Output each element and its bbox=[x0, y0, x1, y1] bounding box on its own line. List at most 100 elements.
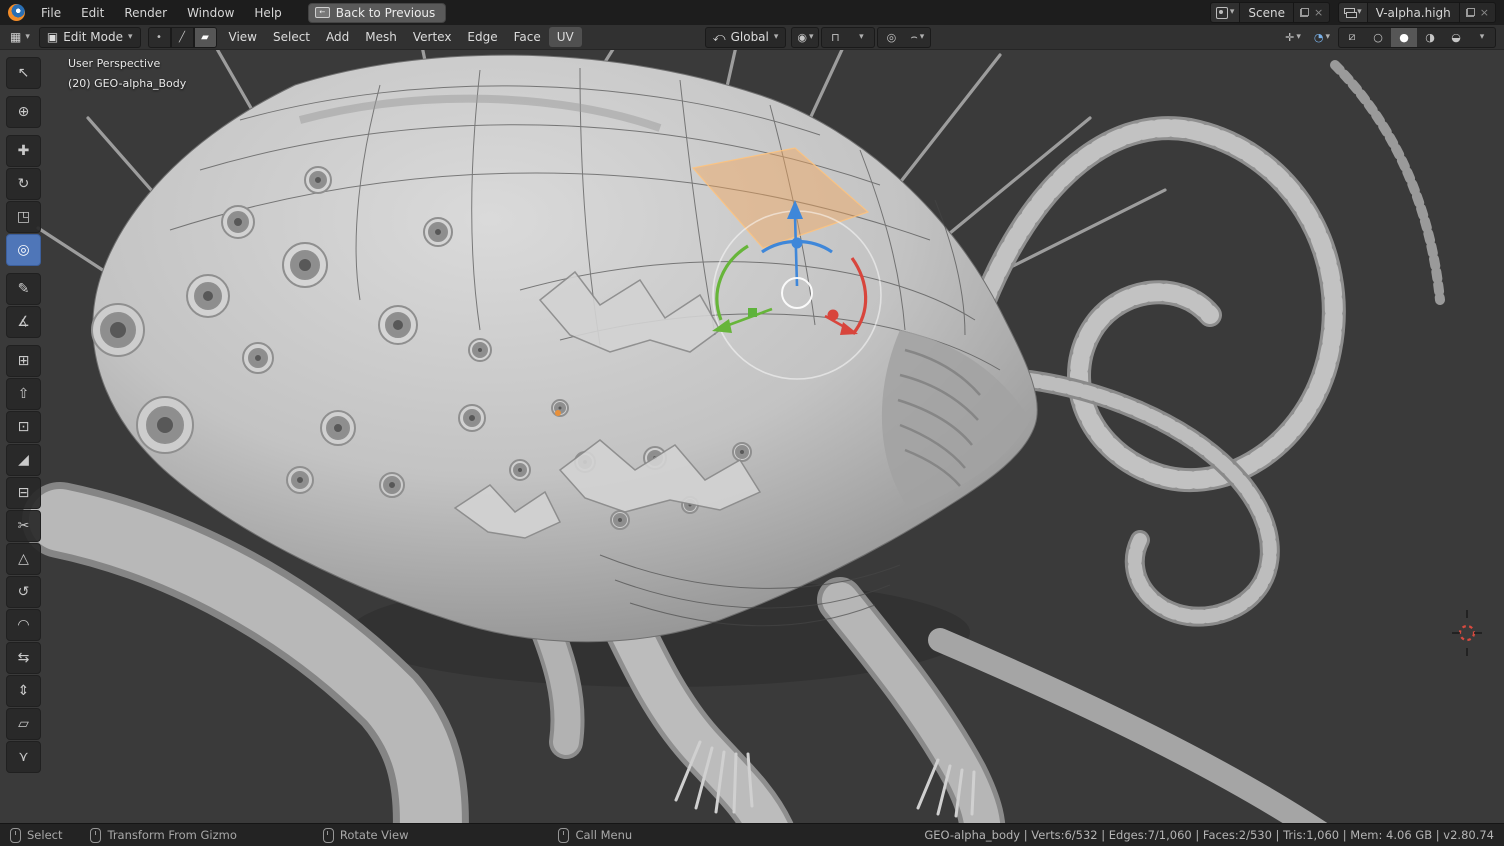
tool-select-box-button[interactable]: ↖ bbox=[6, 57, 41, 89]
material-shading-icon: ◑ bbox=[1425, 31, 1435, 44]
blender-logo-icon[interactable] bbox=[8, 4, 25, 21]
overlays-dropdown[interactable]: ◔ ▾ bbox=[1309, 28, 1335, 47]
shading-solid-button[interactable]: ● bbox=[1391, 28, 1417, 47]
view-layer-name[interactable]: V-alpha.high bbox=[1368, 6, 1459, 20]
scene-icon bbox=[1216, 7, 1228, 19]
select-box-icon: ↖ bbox=[18, 66, 30, 80]
menu-uv[interactable]: UV bbox=[549, 27, 582, 47]
tool-measure-button[interactable]: ∡ bbox=[6, 306, 41, 338]
chevron-down-icon: ▾ bbox=[920, 33, 925, 42]
shading-rendered-button[interactable]: ◒ bbox=[1443, 28, 1469, 47]
menu-help[interactable]: Help bbox=[244, 0, 291, 25]
origin-point bbox=[555, 410, 561, 416]
tool-poly-build-button[interactable]: △ bbox=[6, 543, 41, 575]
unlink-scene-icon[interactable]: × bbox=[1314, 7, 1323, 18]
vertex-select-mode-button[interactable]: • bbox=[148, 27, 171, 48]
menu-edge[interactable]: Edge bbox=[459, 27, 505, 47]
view-layer-icon bbox=[1344, 8, 1355, 18]
tool-smooth-button[interactable]: ◠ bbox=[6, 609, 41, 641]
shading-wireframe-button[interactable]: ○ bbox=[1365, 28, 1391, 47]
tool-inset-faces-button[interactable]: ⊡ bbox=[6, 411, 41, 443]
orientation-icon: ⤺ bbox=[713, 30, 726, 45]
mouse-drag-icon bbox=[90, 828, 101, 843]
edge-icon: ╱ bbox=[179, 32, 185, 43]
annotate-icon: ✎ bbox=[18, 282, 30, 296]
falloff-dropdown[interactable]: ⌢ ▾ bbox=[904, 28, 930, 47]
tool-knife-button[interactable]: ✂ bbox=[6, 510, 41, 542]
editor-type-button[interactable]: ▦ ▾ bbox=[4, 27, 36, 47]
chevron-down-icon: ▾ bbox=[128, 33, 133, 42]
menu-mesh[interactable]: Mesh bbox=[357, 27, 405, 47]
tool-spin-button[interactable]: ↺ bbox=[6, 576, 41, 608]
menu-render[interactable]: Render bbox=[114, 0, 177, 25]
proportional-edit-group: ◎ ⌢ ▾ bbox=[877, 27, 931, 48]
tool-move-button[interactable]: ✚ bbox=[6, 135, 41, 167]
menu-file[interactable]: File bbox=[31, 0, 71, 25]
menu-window[interactable]: Window bbox=[177, 0, 244, 25]
show-gizmos-dropdown[interactable]: ✛ ▾ bbox=[1280, 28, 1306, 47]
mode-label: Edit Mode bbox=[63, 30, 123, 44]
hint-transform-from-gizmo: Transform From Gizmo bbox=[90, 828, 236, 843]
chevron-down-icon: ▾ bbox=[809, 33, 814, 42]
shading-material-button[interactable]: ◑ bbox=[1417, 28, 1443, 47]
remove-view-layer-icon[interactable]: × bbox=[1480, 7, 1489, 18]
tool-scale-button[interactable]: ◳ bbox=[6, 201, 41, 233]
menu-view[interactable]: View bbox=[221, 27, 265, 47]
viewport-object-label: (20) GEO-alpha_Body bbox=[68, 77, 186, 90]
snap-settings-dropdown[interactable]: ▾ bbox=[848, 28, 874, 47]
new-scene-icon[interactable] bbox=[1300, 8, 1309, 17]
mode-selector[interactable]: ▣ Edit Mode ▾ bbox=[39, 27, 141, 48]
menu-add[interactable]: Add bbox=[318, 27, 357, 47]
measure-icon: ∡ bbox=[17, 315, 30, 329]
tool-annotate-button[interactable]: ✎ bbox=[6, 273, 41, 305]
select-mode-group: • ╱ ▰ bbox=[148, 27, 217, 48]
proportional-editing-toggle[interactable]: ◎ bbox=[878, 28, 904, 47]
viewport-header: ▦ ▾ ▣ Edit Mode ▾ • ╱ ▰ View Select Add … bbox=[0, 25, 1504, 50]
tool-rip-region-button[interactable]: ⋎ bbox=[6, 741, 41, 773]
overlays-icon: ◔ bbox=[1314, 31, 1324, 44]
tool-extrude-region-button[interactable]: ⇧ bbox=[6, 378, 41, 410]
viewport-3d[interactable] bbox=[0, 0, 1504, 846]
scene-name[interactable]: Scene bbox=[1240, 6, 1293, 20]
hint-select: Select bbox=[10, 828, 62, 843]
tool-loop-cut-button[interactable]: ⊟ bbox=[6, 477, 41, 509]
bevel-icon: ◢ bbox=[18, 453, 29, 467]
tool-add-cube-button[interactable]: ⊞ bbox=[6, 345, 41, 377]
mouse-left-icon bbox=[10, 828, 21, 843]
transform-orientation-dropdown[interactable]: ⤺ Global ▾ bbox=[705, 27, 787, 48]
spin-icon: ↺ bbox=[18, 585, 30, 599]
browse-scene-button[interactable]: ▾ bbox=[1211, 3, 1241, 22]
tool-edge-slide-button[interactable]: ⇆ bbox=[6, 642, 41, 674]
tool-rotate-button[interactable]: ↻ bbox=[6, 168, 41, 200]
rip-region-icon: ⋎ bbox=[18, 750, 28, 764]
shear-icon: ▱ bbox=[18, 717, 29, 731]
tool-transform-button[interactable]: ◎ bbox=[6, 234, 41, 266]
pivot-point-dropdown[interactable]: ◉ ▾ bbox=[791, 27, 819, 48]
face-select-mode-button[interactable]: ▰ bbox=[194, 27, 217, 48]
shading-settings-dropdown[interactable]: ▾ bbox=[1469, 28, 1495, 47]
top-bar: File Edit Render Window Help ← Back to P… bbox=[0, 0, 1504, 25]
falloff-icon: ⌢ bbox=[911, 30, 918, 44]
xray-toggle-button[interactable]: ⧄ bbox=[1339, 28, 1365, 47]
xray-icon: ⧄ bbox=[1349, 30, 1356, 44]
shrink-fatten-icon: ⇕ bbox=[18, 684, 30, 698]
menu-vertex[interactable]: Vertex bbox=[405, 27, 460, 47]
extrude-region-icon: ⇧ bbox=[18, 387, 30, 401]
menu-face[interactable]: Face bbox=[506, 27, 549, 47]
scene-statistics: GEO-alpha_body | Verts:6/532 | Edges:7/1… bbox=[924, 828, 1494, 842]
tool-cursor-button[interactable]: ⊕ bbox=[6, 96, 41, 128]
edge-select-mode-button[interactable]: ╱ bbox=[171, 27, 194, 48]
back-to-previous-button[interactable]: ← Back to Previous bbox=[308, 3, 447, 23]
browse-view-layer-button[interactable]: ▾ bbox=[1339, 3, 1368, 22]
new-view-layer-icon[interactable] bbox=[1466, 8, 1475, 17]
tool-bevel-button[interactable]: ◢ bbox=[6, 444, 41, 476]
snap-toggle-button[interactable]: ⊓ bbox=[822, 28, 848, 47]
chevron-down-icon: ▾ bbox=[1230, 8, 1235, 17]
wireframe-shading-icon: ○ bbox=[1373, 31, 1383, 44]
tool-shrink-fatten-button[interactable]: ⇕ bbox=[6, 675, 41, 707]
menu-edit[interactable]: Edit bbox=[71, 0, 114, 25]
menu-select[interactable]: Select bbox=[265, 27, 318, 47]
tool-shear-button[interactable]: ▱ bbox=[6, 708, 41, 740]
edit-mode-icon: ▣ bbox=[47, 30, 58, 44]
view-layer-selector: ▾ V-alpha.high × bbox=[1338, 2, 1496, 23]
